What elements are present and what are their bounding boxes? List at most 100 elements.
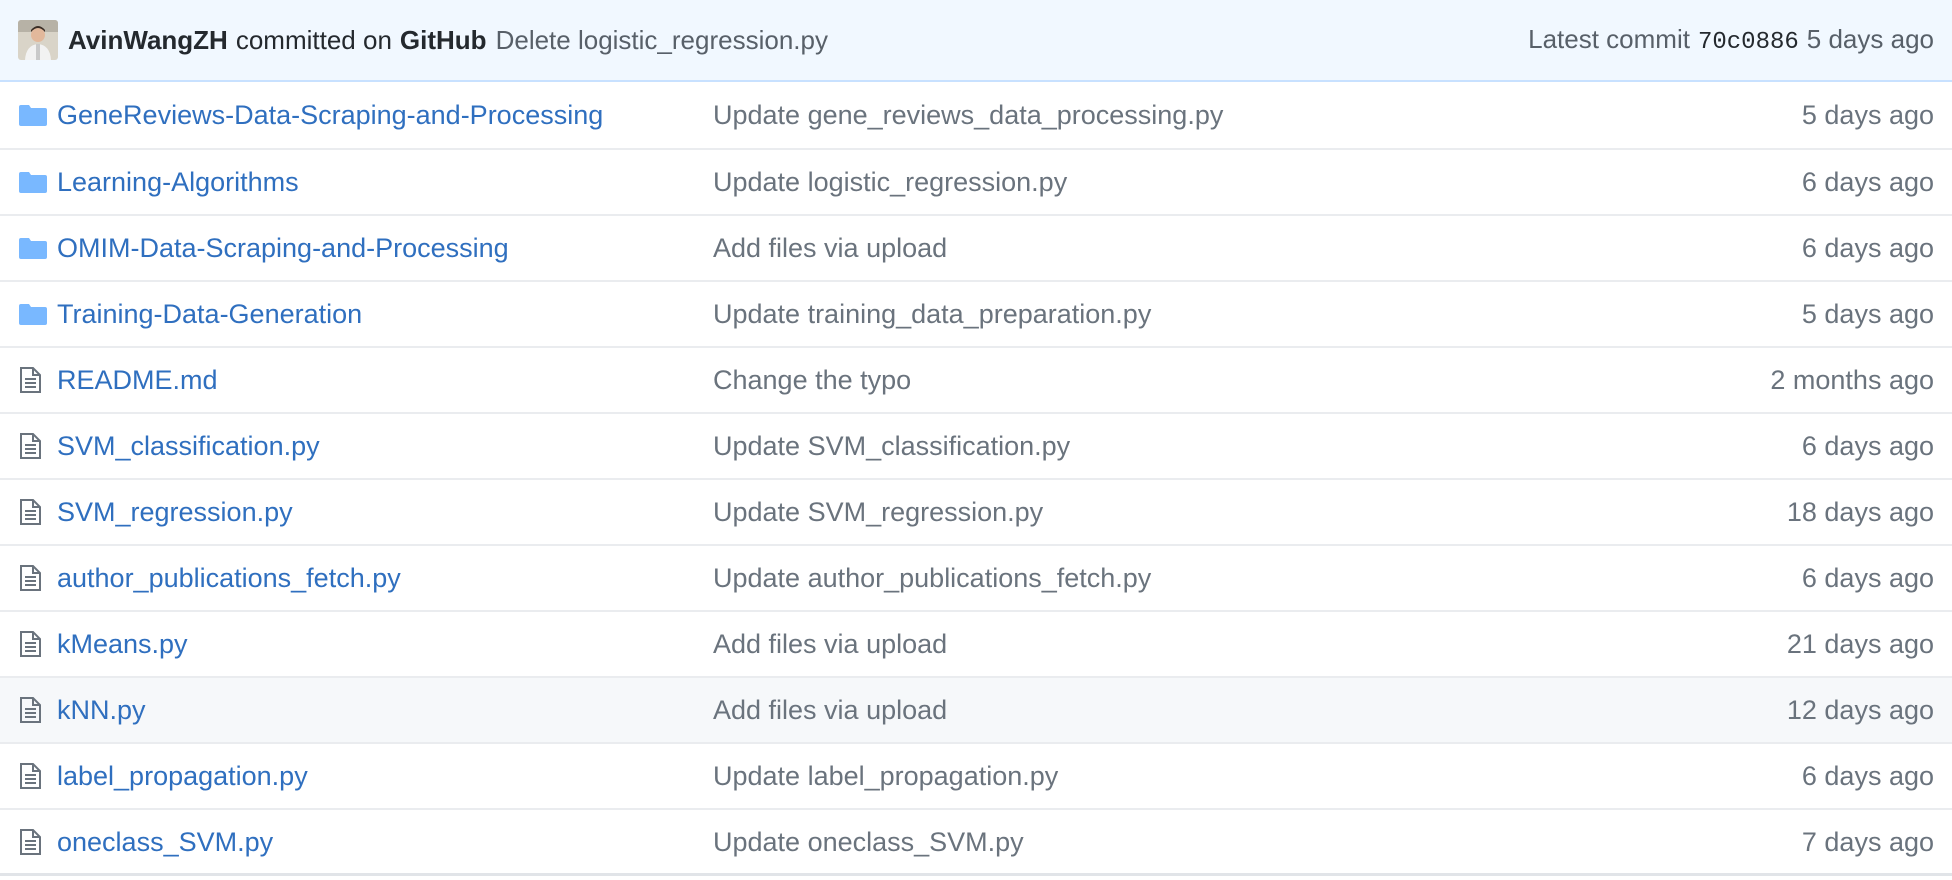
commit-sha-link[interactable]: 70c0886 bbox=[1698, 29, 1799, 56]
avatar[interactable] bbox=[18, 20, 58, 60]
icon-cell bbox=[0, 171, 57, 193]
file-row[interactable]: oneclass_SVM.py Update oneclass_SVM.py 7 d… bbox=[0, 808, 1952, 873]
file-icon bbox=[19, 499, 41, 525]
file-row[interactable]: OMIM-Data-Scraping-and-Processing Add fil… bbox=[0, 214, 1952, 280]
commit-message-link[interactable]: Update oneclass_SVM.py bbox=[713, 827, 1024, 857]
name-cell: OMIM-Data-Scraping-and-Processing bbox=[57, 233, 713, 264]
commit-message-link[interactable]: Update SVM_classification.py bbox=[713, 431, 1070, 461]
name-cell: SVM_regression.py bbox=[57, 497, 713, 528]
file-name-link[interactable]: README.md bbox=[57, 365, 218, 395]
name-cell: Learning-Algorithms bbox=[57, 167, 713, 198]
message-cell: Update training_data_preparation.py bbox=[713, 299, 1952, 330]
file-icon bbox=[19, 763, 41, 789]
commit-message-link[interactable]: Add files via upload bbox=[713, 695, 947, 725]
folder-icon bbox=[19, 237, 47, 259]
file-icon bbox=[19, 829, 41, 855]
name-cell: SVM_classification.py bbox=[57, 431, 713, 462]
commit-age: 5 days ago bbox=[1806, 24, 1934, 54]
icon-cell bbox=[0, 763, 57, 789]
icon-cell bbox=[0, 237, 57, 259]
name-cell: label_propagation.py bbox=[57, 761, 713, 792]
message-cell: Update gene_reviews_data_processing.py bbox=[713, 100, 1952, 131]
file-name-link[interactable]: OMIM-Data-Scraping-and-Processing bbox=[57, 233, 509, 263]
file-name-link[interactable]: author_publications_fetch.py bbox=[57, 563, 401, 593]
commit-message-link[interactable]: Update label_propagation.py bbox=[713, 761, 1058, 791]
file-age: 5 days ago bbox=[1801, 298, 1934, 329]
message-cell: Add files via upload bbox=[713, 233, 1952, 264]
file-name-link[interactable]: Learning-Algorithms bbox=[57, 167, 299, 197]
commit-message-link[interactable]: Update author_publications_fetch.py bbox=[713, 563, 1151, 593]
file-row[interactable]: SVM_regression.py Update SVM_regression.p… bbox=[0, 478, 1952, 544]
file-name-link[interactable]: GeneReviews-Data-Scraping-and-Processing bbox=[57, 100, 603, 130]
file-name-link[interactable]: SVM_regression.py bbox=[57, 497, 293, 527]
file-name-link[interactable]: kNN.py bbox=[57, 695, 146, 725]
icon-cell bbox=[0, 104, 57, 126]
commit-message-link[interactable]: Add files via upload bbox=[713, 629, 947, 659]
file-age: 21 days ago bbox=[1786, 628, 1934, 659]
latest-commit-label: Latest commit bbox=[1528, 24, 1690, 54]
file-name-link[interactable]: label_propagation.py bbox=[57, 761, 308, 791]
file-age: 7 days ago bbox=[1801, 826, 1934, 857]
icon-cell bbox=[0, 697, 57, 723]
message-cell: Update logistic_regression.py bbox=[713, 167, 1952, 198]
file-age: 5 days ago bbox=[1801, 99, 1934, 130]
file-name-link[interactable]: SVM_classification.py bbox=[57, 431, 320, 461]
commit-message-link[interactable]: Change the typo bbox=[713, 365, 911, 395]
commit-message-link[interactable]: Update training_data_preparation.py bbox=[713, 299, 1151, 329]
file-row[interactable]: GeneReviews-Data-Scraping-and-Processing… bbox=[0, 82, 1952, 148]
platform-name: GitHub bbox=[399, 24, 487, 55]
file-list: GeneReviews-Data-Scraping-and-Processing… bbox=[0, 82, 1952, 873]
icon-cell bbox=[0, 433, 57, 459]
message-cell: Update SVM_regression.py bbox=[713, 497, 1952, 528]
file-row[interactable]: kNN.py Add files via upload 12 days ago bbox=[0, 676, 1952, 742]
file-row[interactable]: author_publications_fetch.py Update autho… bbox=[0, 544, 1952, 610]
committed-on-text: committed on bbox=[235, 24, 392, 55]
commit-message-link[interactable]: Update logistic_regression.py bbox=[713, 167, 1067, 197]
file-age: 6 days ago bbox=[1801, 166, 1934, 197]
file-age: 6 days ago bbox=[1801, 562, 1934, 593]
file-icon bbox=[19, 631, 41, 657]
file-age: 6 days ago bbox=[1801, 430, 1934, 461]
file-row[interactable]: Learning-Algorithms Update logistic_regre… bbox=[0, 148, 1952, 214]
message-cell: Update oneclass_SVM.py bbox=[713, 827, 1952, 858]
latest-commit-bar: AvinWangZH committed on GitHub Delete lo… bbox=[0, 0, 1952, 82]
commit-message-link[interactable]: Update SVM_regression.py bbox=[713, 497, 1043, 527]
icon-cell bbox=[0, 631, 57, 657]
file-name-link[interactable]: kMeans.py bbox=[57, 629, 188, 659]
commit-author-link[interactable]: AvinWangZH bbox=[68, 25, 228, 56]
message-cell: Add files via upload bbox=[713, 629, 1952, 660]
file-row[interactable]: Training-Data-Generation Update training_… bbox=[0, 280, 1952, 346]
message-cell: Update author_publications_fetch.py bbox=[713, 563, 1952, 594]
file-name-link[interactable]: oneclass_SVM.py bbox=[57, 827, 273, 857]
message-cell: Update label_propagation.py bbox=[713, 761, 1952, 792]
message-cell: Add files via upload bbox=[713, 695, 1952, 726]
file-row[interactable]: SVM_classification.py Update SVM_classifi… bbox=[0, 412, 1952, 478]
message-cell: Change the typo bbox=[713, 365, 1952, 396]
file-age: 6 days ago bbox=[1801, 232, 1934, 263]
commit-message-link[interactable]: Delete logistic_regression.py bbox=[496, 25, 828, 56]
name-cell: kNN.py bbox=[57, 695, 713, 726]
file-row[interactable]: README.md Change the typo 2 months ago bbox=[0, 346, 1952, 412]
file-icon bbox=[19, 367, 41, 393]
file-age: 2 months ago bbox=[1770, 364, 1934, 395]
file-browser: AvinWangZH committed on GitHub Delete lo… bbox=[0, 0, 1952, 876]
file-row[interactable]: label_propagation.py Update label_propaga… bbox=[0, 742, 1952, 808]
file-age: 6 days ago bbox=[1801, 760, 1934, 791]
icon-cell bbox=[0, 829, 57, 855]
file-age: 18 days ago bbox=[1786, 496, 1934, 527]
icon-cell bbox=[0, 499, 57, 525]
name-cell: author_publications_fetch.py bbox=[57, 563, 713, 594]
name-cell: kMeans.py bbox=[57, 629, 713, 660]
commit-message-link[interactable]: Update gene_reviews_data_processing.py bbox=[713, 100, 1223, 130]
name-cell: oneclass_SVM.py bbox=[57, 827, 713, 858]
folder-icon bbox=[19, 303, 47, 325]
file-age: 12 days ago bbox=[1786, 694, 1934, 725]
latest-commit-info: Latest commit 70c0886 5 days ago bbox=[1528, 24, 1934, 56]
file-name-link[interactable]: Training-Data-Generation bbox=[57, 299, 362, 329]
file-icon bbox=[19, 697, 41, 723]
icon-cell bbox=[0, 303, 57, 325]
file-row[interactable]: kMeans.py Add files via upload 21 days ago bbox=[0, 610, 1952, 676]
commit-message-link[interactable]: Add files via upload bbox=[713, 233, 947, 263]
message-cell: Update SVM_classification.py bbox=[713, 431, 1952, 462]
name-cell: README.md bbox=[57, 365, 713, 396]
